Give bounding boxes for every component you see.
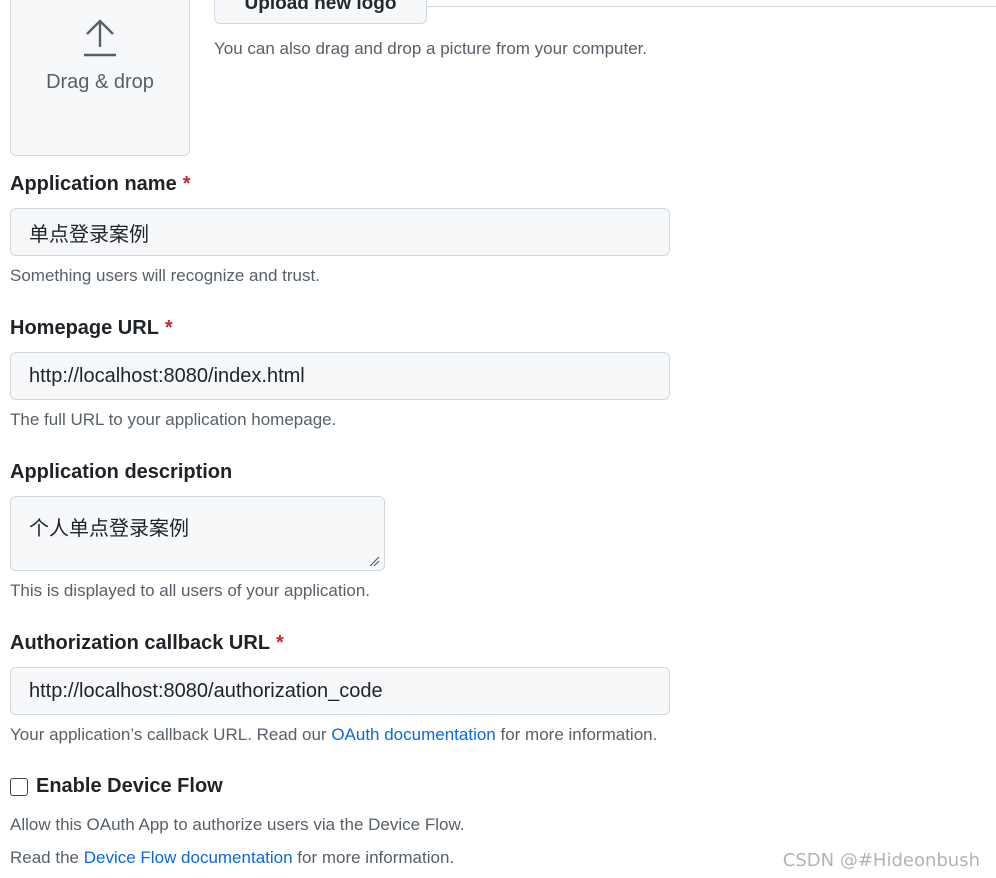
callback-url-label: Authorization callback URL * — [10, 632, 284, 655]
callback-note-text-end: for more information. — [495, 725, 658, 744]
required-mark: * — [182, 173, 191, 195]
logo-drop-zone[interactable]: Drag & drop — [10, 0, 190, 156]
oauth-app-form: Drag & drop Upload new logo You can also… — [0, 0, 996, 878]
drop-label: Drag & drop — [46, 71, 154, 93]
callback-url-input[interactable] — [10, 667, 670, 715]
device-flow-label[interactable]: Enable Device Flow — [36, 775, 223, 798]
app-name-input[interactable] — [10, 208, 670, 256]
required-mark: * — [164, 317, 173, 339]
watermark: CSDN @#Hideonbush — [782, 850, 980, 871]
app-name-label-text: Application name — [10, 173, 177, 195]
app-description-label: Application description — [10, 461, 232, 484]
homepage-url-label: Homepage URL * — [10, 317, 173, 340]
app-name-note: Something users will recognize and trust… — [10, 266, 320, 285]
homepage-url-note: The full URL to your application homepag… — [10, 410, 337, 429]
upload-hint: You can also drag and drop a picture fro… — [214, 39, 648, 58]
app-name-label: Application name * — [10, 173, 191, 196]
oauth-documentation-link[interactable]: OAuth documentation — [331, 725, 495, 744]
top-divider — [400, 6, 996, 7]
device-flow-row[interactable]: Enable Device Flow — [10, 775, 223, 798]
device-flow-note: Allow this OAuth App to authorize users … — [10, 815, 465, 834]
device-flow-doc-note: Read the Device Flow documentation for m… — [10, 848, 454, 868]
callback-note-text: Your application’s callback URL. Read ou… — [10, 725, 332, 744]
resize-grip-icon[interactable] — [368, 555, 380, 567]
app-description-label-text: Application description — [10, 461, 233, 483]
callback-url-note: Your application’s callback URL. Read ou… — [10, 725, 657, 745]
device-flow-checkbox[interactable] — [10, 777, 28, 796]
upload-arrow-icon — [84, 19, 116, 57]
upload-logo-button[interactable]: Upload new logo — [214, 0, 427, 24]
app-description-textarea[interactable]: 个人单点登录案例 — [10, 496, 385, 571]
device-flow-doc-text: Read the — [10, 848, 84, 867]
homepage-url-input[interactable] — [10, 352, 670, 400]
device-flow-documentation-link[interactable]: Device Flow documentation — [84, 848, 293, 867]
homepage-url-label-text: Homepage URL — [10, 317, 159, 339]
required-mark: * — [276, 632, 284, 654]
device-flow-doc-text-end: for more information. — [292, 848, 455, 867]
callback-url-label-text: Authorization callback URL — [10, 632, 271, 654]
app-description-note: This is displayed to all users of your a… — [10, 581, 371, 600]
